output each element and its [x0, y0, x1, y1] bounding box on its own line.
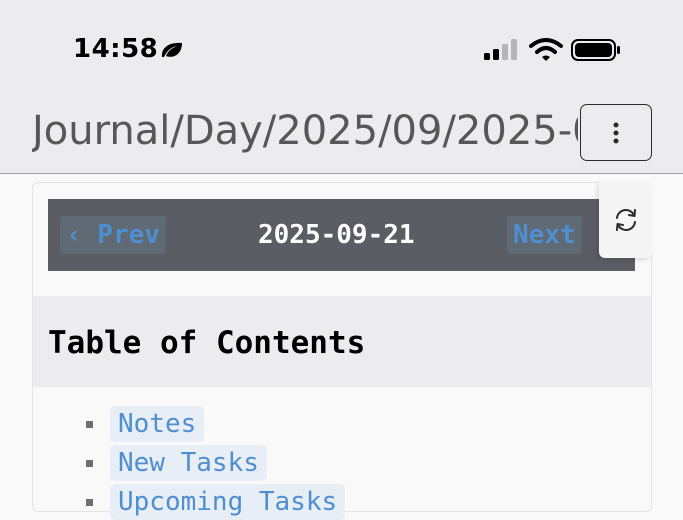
toc-link-new-tasks[interactable]: New Tasks — [110, 445, 267, 481]
more-menu-button[interactable] — [580, 104, 652, 161]
status-time: 14:58 — [73, 34, 159, 64]
current-date: 2025-09-21 — [258, 220, 415, 250]
toc-link-upcoming-tasks[interactable]: Upcoming Tasks — [110, 484, 346, 520]
page-title: Journal/Day/2025/09/2025-09-21 — [32, 108, 578, 154]
bullet — [86, 421, 93, 428]
day-navigation: ‹ Prev 2025-09-21 Next — [48, 199, 635, 271]
toc-link-notes[interactable]: Notes — [110, 406, 205, 442]
toc-title: Table of Contents — [48, 325, 366, 361]
bullet — [86, 499, 93, 506]
battery-icon — [571, 39, 620, 61]
prev-day-link[interactable]: ‹ Prev — [60, 216, 166, 254]
more-vertical-icon — [613, 122, 619, 143]
wifi-icon — [529, 38, 563, 61]
toc-header: Table of Contents — [33, 296, 651, 387]
next-day-link[interactable]: Next — [507, 216, 582, 254]
bullet — [86, 460, 93, 467]
signal-icon — [484, 39, 517, 60]
refresh-button[interactable] — [599, 182, 652, 258]
leaf-icon — [161, 42, 182, 57]
refresh-icon — [615, 209, 636, 231]
